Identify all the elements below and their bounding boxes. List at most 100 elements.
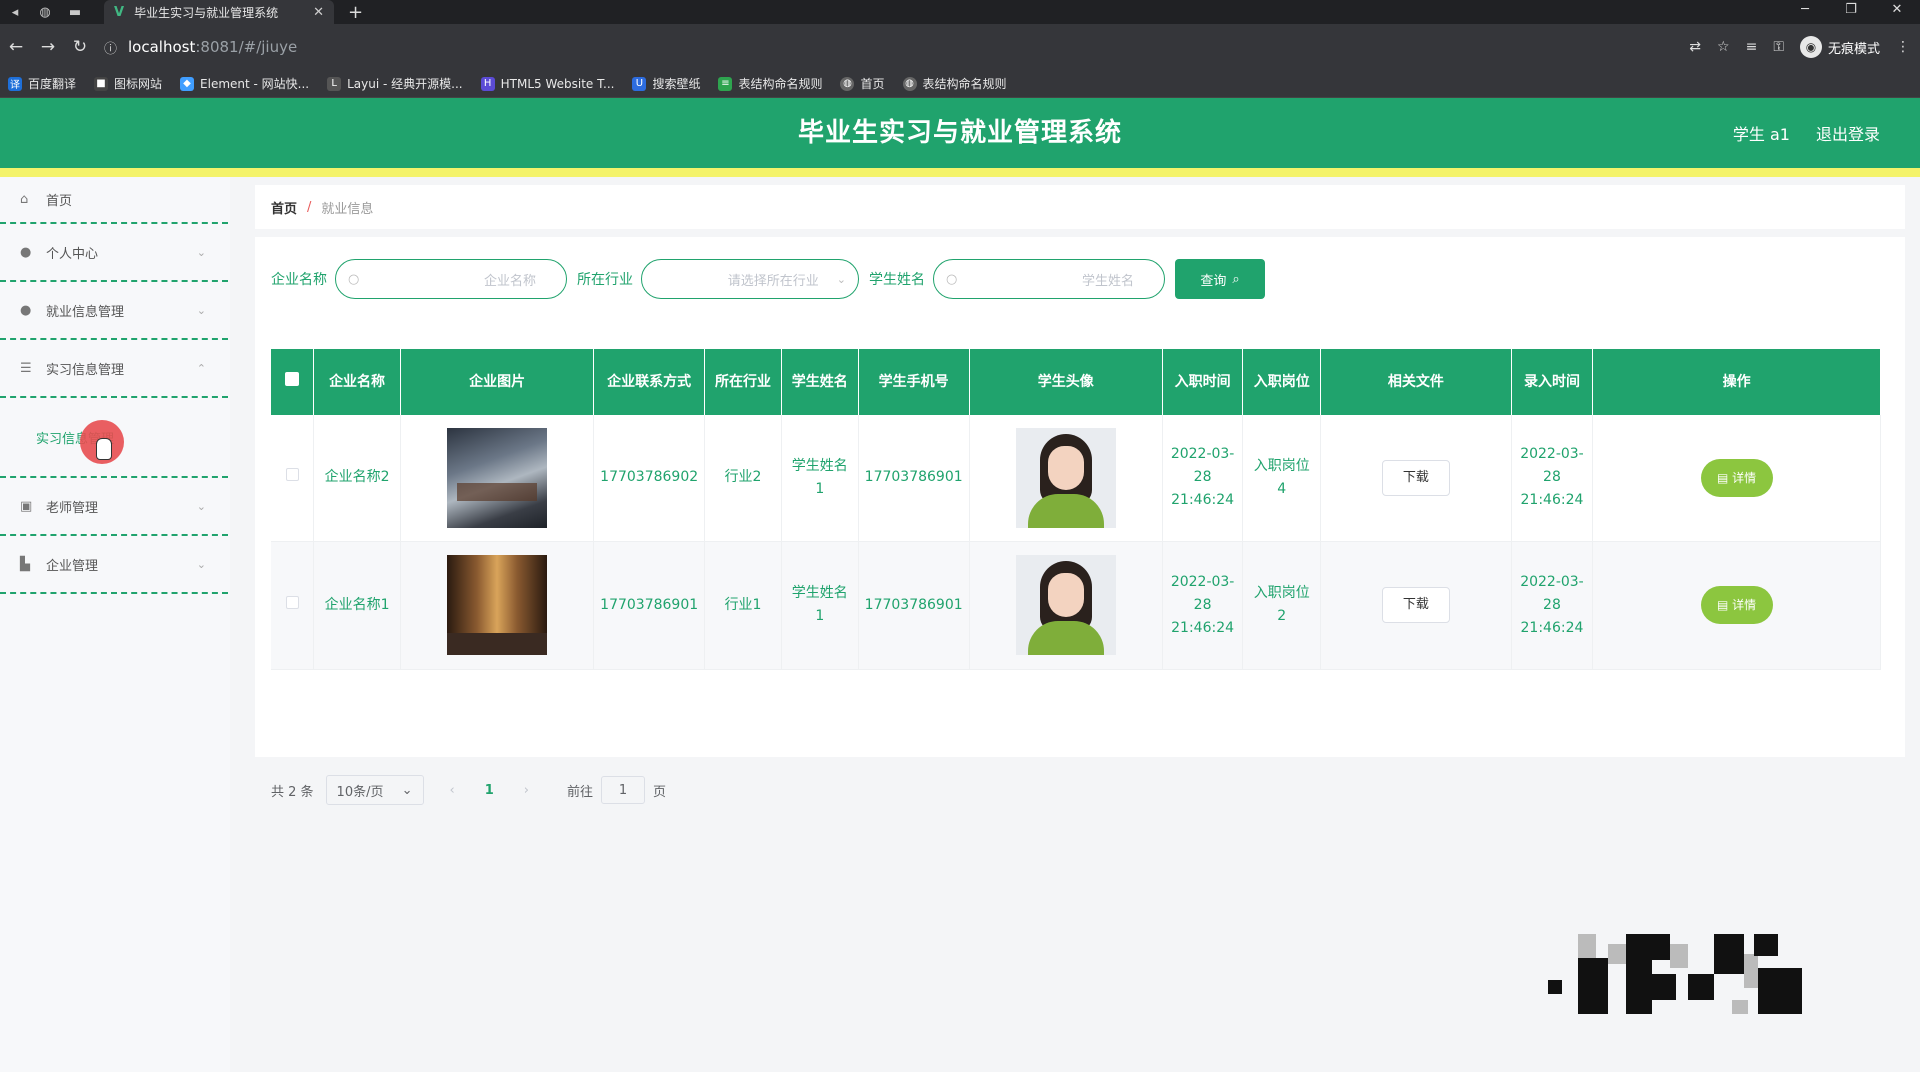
minimize-icon[interactable]: ─ — [1782, 0, 1828, 24]
student-avatar-cell — [969, 541, 1163, 670]
student-phone-cell: 17703786901 — [858, 415, 970, 542]
bookmark-item[interactable]: ≡ 表结构命名规则 — [718, 75, 822, 92]
detail-button[interactable]: ▤ 详情 — [1700, 586, 1773, 624]
row-select-cell[interactable] — [271, 541, 315, 670]
prev-page-icon[interactable]: ‹ — [450, 783, 455, 798]
chevron-up-icon: ⌃ — [196, 361, 206, 375]
restore-icon[interactable]: ❐ — [1828, 0, 1874, 24]
breadcrumb-separator: / — [307, 199, 312, 215]
bookmark-label: Element - 网站快... — [200, 77, 310, 91]
bookmark-label: HTML5 Website T... — [500, 76, 615, 91]
sidebar-item-internship[interactable]: ☰ 实习信息管理 ⌃ — [0, 340, 228, 398]
search-icon: ○ — [348, 271, 360, 287]
download-button[interactable]: 下载 — [1381, 459, 1450, 496]
breadcrumb: 首页 / 就业信息 — [255, 185, 1905, 229]
content-panel: 企业名称 ○ 企业名称 所在行业 请选择所在行业 ⌄ 学生姓名 ○ 学生姓名 查… — [255, 237, 1905, 805]
table-header-row: 企业名称 企业图片 企业联系方式 所在行业 学生姓名 学生手机号 学生头像 入职… — [271, 349, 1881, 415]
key-icon[interactable]: ⚿ — [1773, 39, 1784, 55]
back-icon[interactable]: ← — [0, 37, 32, 57]
sidebar-item-companies[interactable]: ▙ 企业管理 ⌄ — [0, 536, 228, 594]
bookmark-item[interactable]: ◆ Element - 网站快... — [180, 75, 309, 92]
reload-icon[interactable]: ↻ — [64, 37, 96, 57]
logout-link[interactable]: 退出登录 — [1816, 121, 1880, 145]
student-avatar — [1015, 427, 1116, 528]
chevron-down-icon: ⌄ — [196, 245, 206, 259]
tab-globe-icon[interactable]: ◍ — [30, 0, 60, 24]
incognito-badge[interactable]: ◉ 无痕模式 — [1799, 36, 1880, 58]
industry-select[interactable]: 请选择所在行业 ⌄ — [641, 259, 859, 299]
close-window-icon[interactable]: ✕ — [1874, 0, 1920, 24]
bookmark-label: 搜索壁纸 — [652, 77, 701, 91]
sidebar-item-label: 首页 — [46, 194, 73, 209]
list-icon: ☰ — [20, 360, 32, 376]
bookmark-icon: L — [327, 76, 342, 91]
industry-search-label: 所在行业 — [577, 272, 633, 288]
row-checkbox[interactable] — [285, 595, 299, 609]
translate-icon[interactable]: ⇄ — [1689, 39, 1701, 55]
app-header: 毕业生实习与就业管理系统 学生 a1 退出登录 — [0, 98, 1920, 168]
incognito-icon: ◉ — [1799, 36, 1822, 58]
bookmark-icon: ◍ — [902, 76, 917, 91]
column-header: 企业图片 — [400, 349, 595, 415]
site-info-icon[interactable]: ⓘ — [104, 38, 128, 57]
query-button[interactable]: 查询 ⌕ — [1175, 259, 1265, 299]
company-phone-cell: 17703786901 — [593, 541, 706, 670]
sidebar-item-label: 企业管理 — [46, 558, 99, 574]
building-icon: ▙ — [20, 556, 30, 572]
chevron-down-icon: ⌄ — [836, 272, 846, 286]
search-bar: 企业名称 ○ 企业名称 所在行业 请选择所在行业 ⌄ 学生姓名 ○ 学生姓名 查… — [271, 259, 1265, 299]
bookmark-label: 表结构命名规则 — [922, 77, 1007, 91]
url-input[interactable]: ⓘ localhost:8081/#/jiuye — [104, 31, 1664, 63]
bookmark-item[interactable]: ■ 图标网站 — [94, 75, 162, 92]
tab-audio-icon[interactable]: ◂ — [0, 0, 30, 24]
sidebar-item-personal-center[interactable]: ● 个人中心 ⌄ — [0, 224, 228, 282]
browser-menu-icon[interactable]: ⋮ — [1896, 39, 1910, 55]
bookmark-item[interactable]: 译百度翻译 — [8, 75, 76, 92]
reading-list-icon[interactable]: ≡ — [1746, 39, 1758, 55]
bookmark-item[interactable]: U 搜索壁纸 — [632, 75, 700, 92]
page-number[interactable]: 1 — [485, 783, 494, 798]
detail-button[interactable]: ▤ 详情 — [1700, 458, 1773, 497]
page-size-select[interactable]: 10条/页 ⌄ — [325, 775, 424, 805]
row-checkbox[interactable] — [285, 468, 299, 482]
sidebar-item-label: 老师管理 — [46, 500, 99, 516]
row-select-cell[interactable] — [271, 415, 315, 542]
sidebar-item-teachers[interactable]: ▣ 老师管理 ⌄ — [0, 478, 228, 536]
company-name-cell: 企业名称2 — [313, 415, 402, 542]
breadcrumb-home[interactable]: 首页 — [271, 198, 297, 217]
download-button[interactable]: 下载 — [1381, 587, 1450, 623]
company-search-placeholder: 企业名称 — [483, 273, 536, 289]
header-accent-line — [0, 168, 1920, 177]
breadcrumb-current: 就业信息 — [321, 201, 374, 217]
bookmark-item[interactable]: ◍ 表结构命名规则 — [902, 75, 1007, 92]
select-all-cell[interactable] — [271, 349, 315, 415]
column-header: 学生姓名 — [781, 349, 859, 415]
sidebar-item-label: 就业信息管理 — [46, 304, 125, 320]
next-page-icon[interactable]: › — [524, 783, 529, 798]
file-cell: 下载 — [1320, 541, 1512, 670]
bookmark-item[interactable]: H HTML5 Website T... — [480, 76, 615, 91]
internship-submenu: 实习信息管理 — [0, 398, 228, 478]
select-all-checkbox[interactable] — [285, 372, 300, 386]
chevron-down-icon: ⌄ — [196, 499, 206, 513]
bookmark-star-icon[interactable]: ☆ — [1717, 39, 1730, 55]
sidebar-item-label: 实习信息管理 — [46, 362, 125, 378]
bookmark-item[interactable]: ◍ 首页 — [840, 75, 885, 92]
browser-tab[interactable]: V 毕业生实习与就业管理系统 ✕ — [104, 0, 334, 24]
sidebar-item-employment[interactable]: ● 就业信息管理 ⌄ — [0, 282, 228, 340]
forward-icon[interactable]: → — [32, 37, 64, 57]
industry-cell: 行业1 — [704, 541, 782, 670]
bookmark-label: 图标网站 — [114, 77, 163, 91]
company-search-input[interactable]: ○ 企业名称 — [335, 259, 567, 299]
tab-window-icon[interactable]: ▬ — [60, 0, 90, 24]
goto-page-input[interactable]: 1 — [601, 776, 646, 804]
sidebar-item-label: 个人中心 — [46, 246, 99, 262]
tab-close-icon[interactable]: ✕ — [313, 5, 324, 20]
header-user-area: 学生 a1 退出登录 — [1733, 98, 1880, 168]
new-tab-icon[interactable]: + — [348, 2, 363, 23]
sidebar-item-home[interactable]: ⌂ 首页 — [0, 177, 228, 224]
bookmark-item[interactable]: L Layui - 经典开源模... — [327, 75, 463, 92]
bookmark-icon: ■ — [94, 76, 109, 91]
pagination-total: 共 2 条 — [271, 784, 314, 800]
student-search-input[interactable]: ○ 学生姓名 — [933, 259, 1165, 299]
